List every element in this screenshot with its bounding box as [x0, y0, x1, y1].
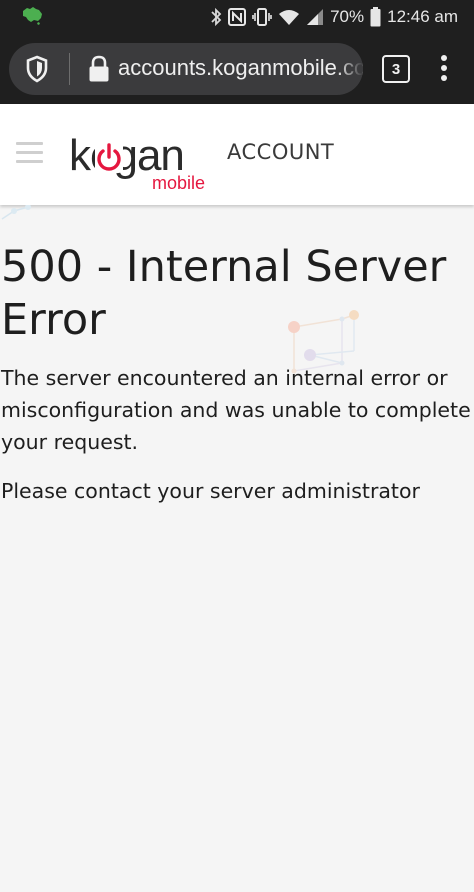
vibrate-icon	[252, 7, 272, 27]
tab-switcher-button[interactable]: 3	[382, 55, 410, 83]
status-bar: 70% 12:46 am	[0, 0, 474, 34]
wifi-icon	[278, 8, 300, 26]
battery-icon	[370, 7, 381, 27]
shield-icon[interactable]	[25, 55, 49, 87]
error-contact-text: Please contact your server administrator	[1, 479, 420, 503]
site-header: kogan mobile ACCOUNT	[0, 104, 474, 205]
lock-icon[interactable]	[88, 55, 110, 87]
status-icons: 70% 12:46 am	[210, 0, 458, 34]
url-text[interactable]: accounts.koganmobile.com	[118, 55, 363, 81]
nfc-icon	[228, 8, 247, 26]
clock: 12:46 am	[387, 7, 458, 26]
error-title: 500 - Internal Server Error	[1, 242, 447, 345]
carrier-map-icon	[20, 5, 44, 30]
hamburger-menu-icon[interactable]	[16, 142, 43, 164]
menu-dots-icon[interactable]	[440, 54, 448, 86]
address-bar[interactable]: accounts.koganmobile.com	[9, 43, 363, 95]
browser-toolbar: accounts.koganmobile.com 3	[0, 34, 474, 104]
kogan-mobile-logo[interactable]: kogan mobile	[69, 134, 214, 194]
address-bar-divider	[69, 53, 70, 85]
error-page: 500 - Internal Server Error The server e…	[0, 205, 474, 892]
logo-sub: mobile	[152, 173, 206, 193]
power-icon	[95, 142, 123, 172]
url-fade	[337, 43, 363, 95]
bluetooth-icon	[210, 7, 222, 27]
section-label: ACCOUNT	[227, 140, 335, 164]
decorative-network-graphic	[1, 205, 31, 220]
logo-word: kogan	[69, 131, 185, 180]
battery-percent: 70%	[330, 7, 365, 26]
signal-icon	[306, 8, 324, 26]
error-description: The server encountered an internal error…	[1, 366, 471, 454]
